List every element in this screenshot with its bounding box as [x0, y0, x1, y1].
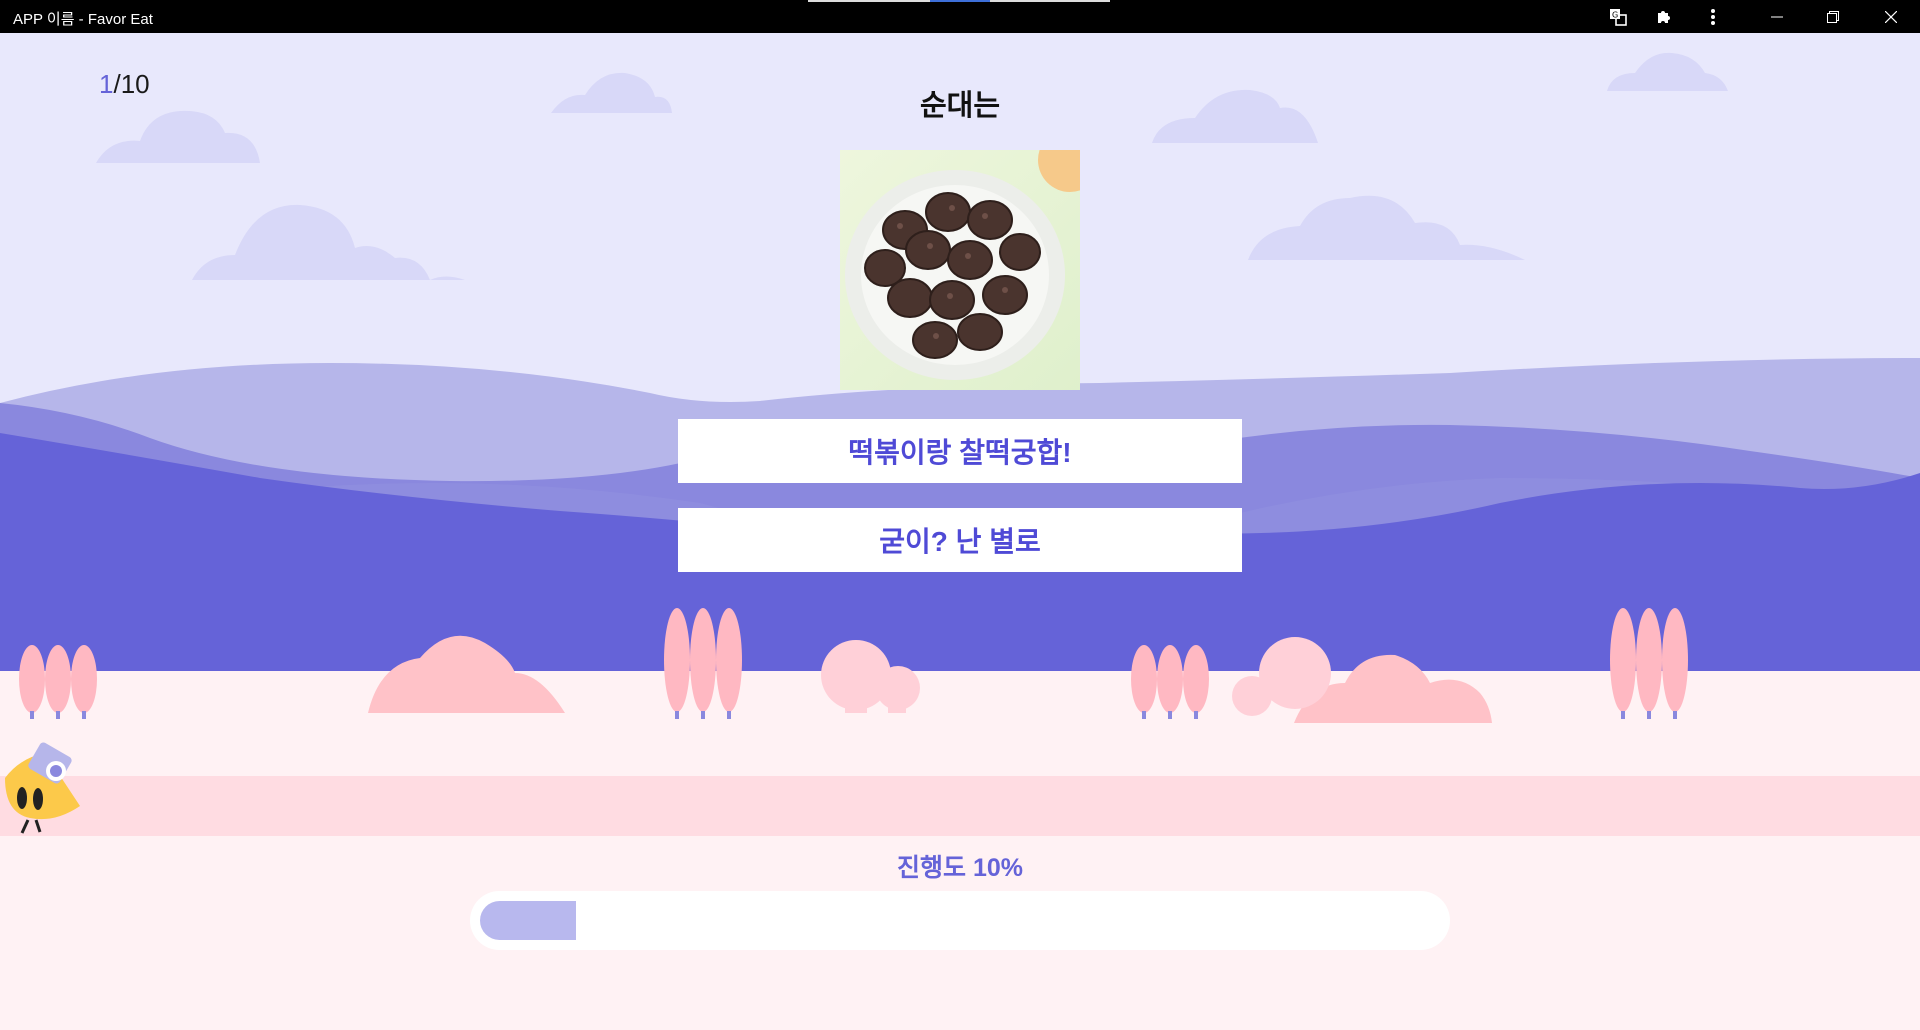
mascot-icon — [5, 742, 80, 834]
answer-button-1[interactable]: 떡볶이랑 찰떡궁합! — [678, 419, 1242, 483]
window-titlebar: APP 이름 - Favor Eat G — [0, 0, 1920, 33]
window-title: APP 이름 - Favor Eat — [13, 11, 153, 28]
question-counter: 1/10 — [99, 69, 150, 100]
quiz-scene: 1/10 순대는 떡볶이랑 찰떡궁합! 굳이? 난 별로 진행도 10% — [0, 33, 1920, 1030]
food-image — [840, 150, 1080, 390]
translate-icon[interactable]: G — [1595, 0, 1641, 33]
answer-button-2[interactable]: 굳이? 난 별로 — [678, 508, 1242, 572]
progress-bar-fill — [480, 901, 576, 940]
progress-bar — [470, 891, 1450, 950]
more-vert-icon[interactable] — [1690, 0, 1736, 33]
restore-icon[interactable] — [1810, 0, 1856, 33]
minimize-icon[interactable] — [1754, 0, 1800, 33]
progress-label: 진행도 10% — [897, 854, 1023, 882]
puzzle-icon[interactable] — [1641, 0, 1687, 33]
question-text: 순대는 — [919, 90, 1001, 122]
tab-drag-strip[interactable] — [808, 0, 1110, 2]
current-question-number: 1 — [99, 69, 114, 99]
close-icon[interactable] — [1868, 0, 1914, 33]
sundae-illustration — [845, 150, 1080, 380]
total-question-count: /10 — [113, 69, 150, 99]
svg-text:G: G — [1612, 10, 1618, 19]
